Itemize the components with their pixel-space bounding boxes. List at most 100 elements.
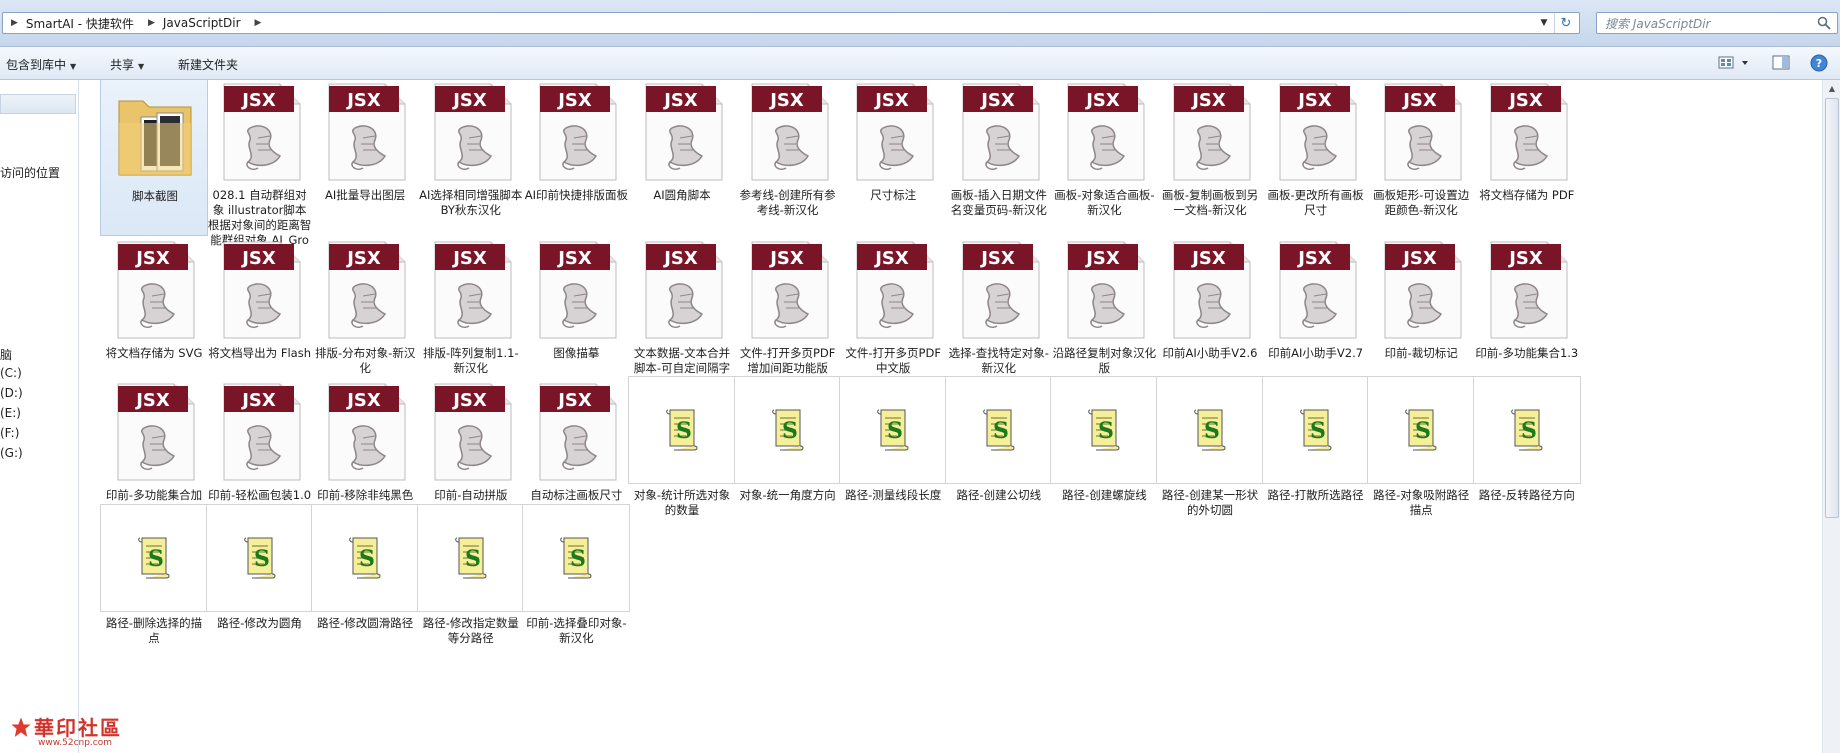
file-name: 路径-修改指定数量等分路径	[422, 616, 519, 645]
nav-item-drive-c[interactable]: (C:)	[0, 366, 22, 380]
file-name: 脚本截图	[132, 189, 178, 203]
file-item[interactable]: JSX 排版-阵列复制1.1-新汉化	[417, 234, 525, 394]
file-item[interactable]: S 对象-统计所选对象的数量	[628, 376, 736, 536]
file-item[interactable]: JSX 将文档导出为 Flash	[206, 234, 314, 394]
include-in-library-button[interactable]: 包含到库中 ▼	[6, 56, 76, 73]
new-folder-button[interactable]: 新建文件夹	[178, 56, 238, 73]
watermark-text: 華印社區	[34, 716, 122, 740]
file-item[interactable]: S 路径-反转路径方向	[1472, 376, 1581, 536]
file-name: 路径-修改为圆角	[217, 616, 302, 630]
chevron-down-icon: ▼	[138, 62, 145, 71]
svg-text:JSX: JSX	[662, 90, 698, 111]
command-bar: 包含到库中 ▼ 共享 ▼ 新建文件夹 ?	[0, 47, 1840, 80]
nav-item-drive-d[interactable]: (D:)	[0, 386, 23, 400]
nav-item-drive-g[interactable]: (G:)	[0, 446, 23, 460]
file-name: 自动标注画板尺寸	[530, 488, 623, 502]
file-item[interactable]: JSX 印前-多功能集合1.3	[1473, 234, 1581, 394]
file-item[interactable]: S 印前-选择叠印对象-新汉化	[522, 504, 631, 664]
file-item[interactable]: JSX 沿路径复制对象汉化版	[1050, 234, 1158, 394]
file-item[interactable]: JSX 将文档存储为 SVG	[100, 234, 208, 394]
nav-item-drive-f[interactable]: (F:)	[0, 426, 19, 440]
file-item[interactable]: JSX 印前AI小助手V2.7	[1262, 234, 1370, 394]
preview-pane-icon[interactable]	[1772, 55, 1790, 71]
chevron-down-icon: ▼	[70, 62, 77, 71]
file-item[interactable]: JSX AI圆角脚本	[628, 80, 736, 236]
file-item[interactable]: JSX 图像描摹	[522, 234, 630, 394]
svg-text:S: S	[359, 546, 375, 572]
file-item[interactable]: JSX AI印前快捷排版面板	[522, 80, 630, 236]
file-name: 印前-选择叠印对象-新汉化	[526, 616, 627, 645]
file-item[interactable]: S 路径-修改指定数量等分路径	[416, 504, 525, 664]
file-item[interactable]: S 路径-对象吸附路径描点	[1367, 376, 1476, 536]
file-item[interactable]: JSX 排版-分布对象-新汉化	[311, 234, 419, 394]
file-item[interactable]: JSX 尺寸标注	[839, 80, 947, 236]
breadcrumb-chevron-icon[interactable]: ▶	[3, 18, 26, 28]
file-name: 路径-创建螺旋线	[1062, 488, 1147, 502]
view-options-icon[interactable]	[1718, 55, 1754, 71]
file-item[interactable]: S 路径-删除选择的描点	[100, 504, 208, 664]
file-item[interactable]: S 路径-修改为圆角	[205, 504, 314, 664]
breadcrumb-chevron-icon[interactable]: ▶	[140, 18, 163, 28]
folder-item[interactable]: 脚本截图	[100, 80, 208, 236]
file-item[interactable]: JSX 画板-对象适合画板-新汉化	[1050, 80, 1158, 236]
svg-text:JSX: JSX	[1085, 90, 1121, 111]
scroll-up-icon[interactable]: ▲	[1823, 80, 1840, 96]
script-file-icon: S	[1299, 409, 1332, 451]
file-list: 脚本截图 JSX 028.1 自动群组对象 illustrator脚本 根据对象…	[78, 80, 1840, 753]
file-item[interactable]: S 对象-统一角度方向	[733, 376, 842, 536]
file-item[interactable]: JSX AI选择相同增强脚本BY秋东汉化	[417, 80, 525, 236]
file-item[interactable]: S 路径-打散所选路径	[1261, 376, 1370, 536]
share-button[interactable]: 共享 ▼	[110, 56, 144, 73]
scroll-thumb[interactable]	[1825, 98, 1839, 518]
file-item[interactable]: JSX 画板-插入日期文件名变量页码-新汉化	[945, 80, 1053, 236]
nav-item-recent-places[interactable]: 访问的位置	[0, 164, 60, 181]
jsx-file-icon: JSX	[223, 83, 301, 181]
breadcrumb-item[interactable]: JavaScriptDir	[163, 16, 247, 30]
svg-text:JSX: JSX	[451, 90, 487, 111]
help-icon[interactable]: ?	[1810, 54, 1828, 72]
breadcrumb-chevron-icon[interactable]: ▶	[247, 18, 270, 28]
jsx-file-icon: JSX	[434, 383, 512, 481]
file-item[interactable]: JSX 文件-打开多页PDF中文版	[839, 234, 947, 394]
jsx-file-icon: JSX	[328, 383, 406, 481]
file-item[interactable]: JSX 028.1 自动群组对象 illustrator脚本 根据对象间的距离智…	[206, 80, 314, 262]
jsx-file-icon: JSX	[117, 241, 195, 339]
file-item[interactable]: JSX 将文档存储为 PDF	[1473, 80, 1581, 236]
file-item[interactable]: JSX AI批量导出图层	[311, 80, 419, 236]
file-item[interactable]: JSX 文本数据-文本合并脚本-可自定间隔字符	[628, 234, 736, 394]
svg-text:JSX: JSX	[557, 248, 593, 269]
file-item[interactable]: S 路径-创建某一形状的外切圆	[1156, 376, 1264, 536]
nav-item-computer[interactable]: 脑	[0, 346, 12, 363]
file-item[interactable]: JSX 参考线-创建所有参考线-新汉化	[734, 80, 842, 236]
svg-text:S: S	[887, 418, 903, 444]
file-item[interactable]: JSX 印前-裁切标记	[1367, 234, 1475, 394]
jsx-file-icon: JSX	[1067, 241, 1145, 339]
script-file-icon: S	[243, 537, 276, 579]
jsx-file-icon: JSX	[1173, 241, 1251, 339]
refresh-icon[interactable]: ↻	[1554, 13, 1577, 33]
file-item[interactable]: S 路径-修改圆滑路径	[311, 504, 420, 664]
vertical-scrollbar[interactable]: ▲	[1822, 80, 1840, 753]
file-item[interactable]: JSX 印前AI小助手V2.6	[1156, 234, 1264, 394]
script-file-icon: S	[666, 409, 698, 451]
svg-text:JSX: JSX	[1190, 90, 1226, 111]
search-box[interactable]	[1596, 12, 1838, 35]
file-item[interactable]: JSX 选择-查找特定对象-新汉化	[945, 234, 1053, 394]
file-item[interactable]: JSX 画板-复制画板到另一文档-新汉化	[1156, 80, 1264, 236]
search-icon[interactable]	[1817, 16, 1831, 30]
file-item[interactable]: S 路径-创建螺旋线	[1050, 376, 1159, 536]
file-item[interactable]: JSX 文件-打开多页PDF增加间距功能版	[734, 234, 842, 394]
breadcrumb[interactable]: ▶ SmartAI - 快捷软件 ▶ JavaScriptDir ▶ ▼ ↻	[2, 12, 1580, 34]
nav-item-drive-e[interactable]: (E:)	[0, 406, 21, 420]
breadcrumb-item[interactable]: SmartAI - 快捷软件	[26, 15, 140, 32]
svg-text:JSX: JSX	[345, 248, 381, 269]
jsx-file-icon: JSX	[1490, 241, 1568, 339]
jsx-file-icon: JSX	[223, 383, 301, 481]
history-dropdown-icon[interactable]: ▼	[1535, 13, 1553, 33]
search-input[interactable]	[1597, 13, 1817, 35]
file-item[interactable]: S 路径-测量线段长度	[839, 376, 948, 536]
file-item[interactable]: S 路径-创建公切线	[944, 376, 1053, 536]
nav-selected-item[interactable]	[0, 94, 76, 114]
file-item[interactable]: JSX 画板矩形-可设置边距颜色-新汉化	[1367, 80, 1475, 236]
file-item[interactable]: JSX 画板-更改所有画板尺寸	[1262, 80, 1370, 236]
